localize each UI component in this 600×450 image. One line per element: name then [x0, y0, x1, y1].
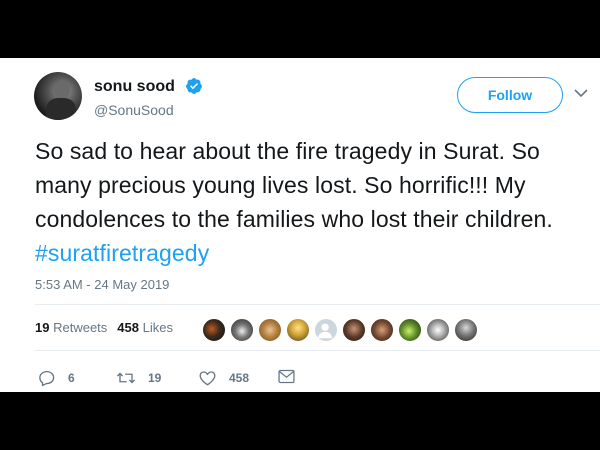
liker-avatar[interactable]: [370, 318, 394, 342]
verified-badge-icon: [186, 78, 202, 94]
divider: [35, 304, 600, 305]
like-action[interactable]: 458: [198, 369, 249, 387]
like-count: 458: [229, 371, 250, 385]
direct-message-action[interactable]: [278, 369, 295, 384]
hashtag-link[interactable]: #suratfiretragedy: [35, 240, 209, 266]
retweets-stat[interactable]: 19 Retweets: [35, 320, 107, 335]
liker-avatar[interactable]: [314, 318, 338, 342]
reply-icon: [39, 370, 55, 387]
likes-stat[interactable]: 458 Likes: [117, 320, 173, 335]
envelope-icon: [278, 369, 295, 384]
retweet-action[interactable]: 19: [116, 369, 161, 387]
liker-avatar[interactable]: [258, 318, 282, 342]
tweet-body: So sad to hear about the fire tragedy in…: [35, 138, 553, 232]
liker-avatar[interactable]: [342, 318, 366, 342]
liker-avatar[interactable]: [202, 318, 226, 342]
display-name[interactable]: sonu sood: [94, 78, 175, 96]
liker-avatar[interactable]: [454, 318, 478, 342]
liker-avatar[interactable]: [426, 318, 450, 342]
heart-icon: [199, 371, 216, 386]
reply-action[interactable]: 6: [38, 369, 75, 387]
user-handle[interactable]: @SonuSood: [94, 102, 174, 118]
tweet-card: sonu sood @SonuSood Follow So sad to hea…: [0, 58, 600, 392]
reply-count: 6: [68, 371, 75, 385]
liker-avatar[interactable]: [230, 318, 254, 342]
liker-avatar[interactable]: [286, 318, 310, 342]
avatar[interactable]: [34, 72, 82, 120]
divider: [35, 350, 600, 351]
follow-button[interactable]: Follow: [457, 77, 563, 113]
retweet-icon: [116, 372, 136, 384]
tweet-stats: 19 Retweets 458 Likes: [35, 320, 173, 335]
tweet-text: So sad to hear about the fire tragedy in…: [35, 134, 600, 270]
liker-avatar[interactable]: [398, 318, 422, 342]
retweet-count: 19: [148, 371, 162, 385]
chevron-down-icon[interactable]: [574, 88, 588, 98]
tweet-timestamp[interactable]: 5:53 AM - 24 May 2019: [35, 277, 169, 292]
